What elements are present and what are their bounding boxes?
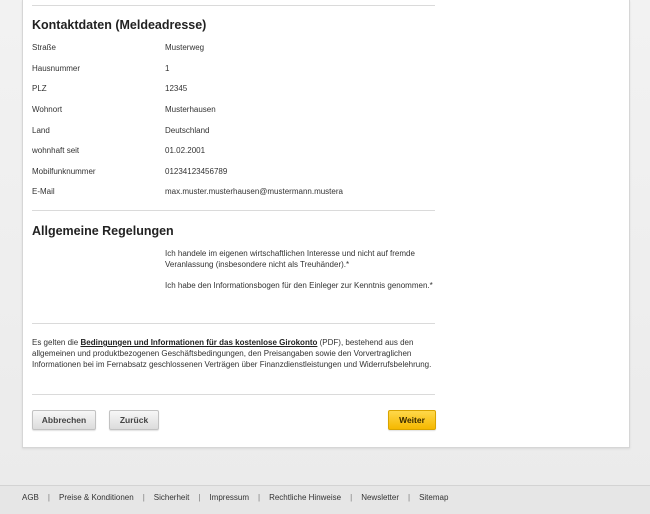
footer-separator: | (258, 493, 261, 502)
back-button[interactable]: Zurück (109, 410, 159, 430)
terms-text: Es gelten die Bedingungen und Informatio… (32, 337, 437, 370)
contact-section-title: Kontaktdaten (Meldeadresse) (32, 18, 207, 32)
row-label: Straße (32, 43, 57, 52)
footer-separator: | (142, 493, 145, 502)
footer-link-agb[interactable]: AGB (22, 493, 39, 502)
footer-nav: AGB | Preise & Konditionen | Sicherheit … (22, 493, 448, 502)
contact-row-street: Straße Musterweg (32, 43, 452, 57)
row-value: Musterhausen (165, 105, 216, 114)
general-section-title: Allgemeine Regelungen (32, 224, 174, 238)
footer-link-newsletter[interactable]: Newsletter (361, 493, 399, 502)
row-value: max.muster.musterhausen@mustermann.muste… (165, 187, 343, 196)
section-divider (32, 394, 435, 395)
contact-row-mobile: Mobilfunknummer 01234123456789 (32, 167, 452, 181)
terms-link[interactable]: Bedingungen und Informationen für das ko… (80, 338, 317, 347)
contact-row-house-number: Hausnummer 1 (32, 64, 452, 78)
row-label: Land (32, 126, 50, 135)
row-label: Wohnort (32, 105, 63, 114)
contact-row-country: Land Deutschland (32, 126, 452, 140)
row-value: Deutschland (165, 126, 210, 135)
footer-link-legal[interactable]: Rechtliche Hinweise (269, 493, 341, 502)
footer-separator: | (198, 493, 201, 502)
row-value: Musterweg (165, 43, 205, 52)
contact-row-email: E-Mail max.muster.musterhausen@musterman… (32, 187, 452, 201)
declaration-economic-interest: Ich handele im eigenen wirtschaftlichen … (165, 249, 415, 269)
contact-row-postal-code: PLZ 12345 (32, 84, 452, 98)
next-button[interactable]: Weiter (388, 410, 436, 430)
declaration-information-sheet: Ich habe den Informationsbogen für den E… (165, 281, 433, 290)
section-divider (32, 210, 435, 211)
row-label: Hausnummer (32, 64, 81, 73)
row-label: Mobilfunknummer (32, 167, 96, 176)
footer-link-sitemap[interactable]: Sitemap (419, 493, 448, 502)
row-value: 01.02.2001 (165, 146, 206, 155)
footer-separator: | (47, 493, 50, 502)
terms-prefix: Es gelten die (32, 338, 81, 347)
form-card: Kontaktdaten (Meldeadresse) Straße Muste… (22, 0, 630, 448)
contact-row-city: Wohnort Musterhausen (32, 105, 452, 119)
footer: AGB | Preise & Konditionen | Sicherheit … (0, 485, 650, 514)
row-label: E-Mail (32, 187, 55, 196)
footer-separator: | (407, 493, 411, 502)
footer-link-security[interactable]: Sicherheit (154, 493, 190, 502)
cancel-button[interactable]: Abbrechen (32, 410, 96, 430)
row-value: 1 (165, 64, 170, 73)
contact-row-resident-since: wohnhaft seit 01.02.2001 (32, 146, 452, 160)
top-divider (32, 5, 435, 6)
row-label: wohnhaft seit (32, 146, 80, 155)
footer-link-prices[interactable]: Preise & Konditionen (59, 493, 134, 502)
row-value: 12345 (165, 84, 188, 93)
section-divider (32, 323, 435, 324)
footer-link-imprint[interactable]: Impressum (209, 493, 249, 502)
row-label: PLZ (32, 84, 47, 93)
footer-separator: | (350, 493, 353, 502)
row-value: 01234123456789 (165, 167, 228, 176)
